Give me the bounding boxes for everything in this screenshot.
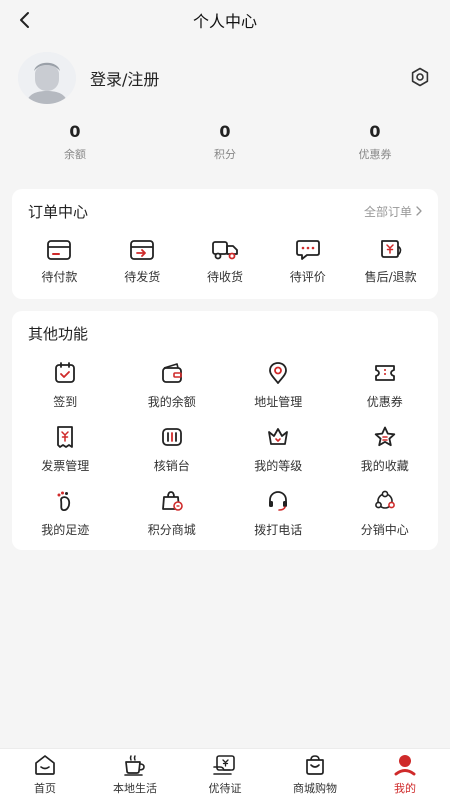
chevron-left-icon: [20, 12, 29, 28]
footprint-icon: [57, 491, 71, 512]
stat-value: 0: [69, 122, 81, 141]
bottom-tab-bar: 首页 本地生活 优待证 商城购物 我的: [0, 748, 450, 800]
comment-icon: [295, 240, 320, 260]
order-center-card: 订单中心 全部订单 待付款 待发货 待收货 待评价 售后/退款: [12, 189, 438, 299]
function-distribution[interactable]: 分销中心: [332, 487, 439, 538]
location-icon: [269, 362, 288, 384]
function-label: 我的余额: [147, 395, 196, 409]
all-orders-label: 全部订单: [363, 204, 412, 219]
order-pending-receipt[interactable]: 待收货: [184, 237, 267, 285]
settings-button[interactable]: [408, 65, 432, 89]
headset-icon: [269, 491, 288, 511]
top-bar: 个人中心: [0, 0, 450, 40]
stat-value: 0: [369, 122, 381, 141]
function-label: 我的足迹: [41, 523, 90, 537]
order-pending-shipment[interactable]: 待发货: [101, 237, 184, 285]
function-check-in[interactable]: 签到: [12, 359, 119, 410]
function-address[interactable]: 地址管理: [225, 359, 332, 410]
order-pending-payment[interactable]: 待付款: [18, 237, 101, 285]
other-functions-card: 其他功能 签到 我的余额 地址管理 优惠券 发票管理 核销台 我的等级 我的收藏…: [12, 311, 438, 550]
tab-label: 我的: [394, 782, 416, 795]
function-label: 发票管理: [41, 459, 90, 473]
stat-coupons[interactable]: 0 优惠券: [300, 122, 450, 168]
tab-home[interactable]: 首页: [0, 749, 90, 800]
refund-icon: [380, 240, 401, 258]
order-item-label: 待收货: [206, 270, 243, 284]
function-my-level[interactable]: 我的等级: [225, 423, 332, 474]
function-call[interactable]: 拨打电话: [225, 487, 332, 538]
coffee-icon: [124, 755, 145, 776]
back-button[interactable]: [12, 8, 36, 32]
tab-label: 商城购物: [293, 782, 337, 795]
order-item-label: 待付款: [41, 270, 78, 284]
wallet-icon: [161, 363, 182, 383]
profile-page: 个人中心 登录/注册 0 余额 0 积分 0 优惠券 订单中心 全部订单 待付款…: [0, 0, 450, 800]
avatar[interactable]: [18, 52, 76, 104]
function-label: 拨打电话: [254, 523, 303, 537]
function-label: 签到: [53, 395, 78, 409]
function-label: 地址管理: [254, 395, 303, 409]
tab-mall-shopping[interactable]: 商城购物: [270, 749, 360, 800]
function-grid: 签到 我的余额 地址管理 优惠券 发票管理 核销台 我的等级 我的收藏 我的足迹…: [12, 355, 438, 538]
function-label: 积分商城: [147, 523, 196, 537]
login-register-link[interactable]: 登录/注册: [90, 66, 159, 90]
order-center-title: 订单中心: [28, 202, 89, 221]
order-after-sales[interactable]: 售后/退款: [349, 237, 432, 285]
account-stats: 0 余额 0 积分 0 优惠券: [0, 122, 450, 168]
home-icon: [35, 755, 55, 775]
settings-icon: [411, 67, 429, 87]
function-favorites[interactable]: 我的收藏: [332, 423, 439, 474]
function-points-mall[interactable]: 积分商城: [119, 487, 226, 538]
coupon-icon: [374, 365, 395, 381]
function-label: 分销中心: [360, 523, 409, 537]
shopping-bag-icon: [161, 491, 183, 511]
wallet-card-icon: [47, 240, 72, 260]
order-pending-review[interactable]: 待评价: [266, 237, 349, 285]
profile-icon: [394, 755, 416, 776]
function-invoice[interactable]: 发票管理: [12, 423, 119, 474]
star-icon: [374, 426, 395, 447]
other-functions-header: 其他功能: [12, 311, 438, 355]
default-avatar-icon: [18, 52, 76, 104]
stat-balance[interactable]: 0 余额: [0, 122, 150, 168]
order-item-label: 待评价: [289, 270, 326, 284]
order-item-label: 待发货: [124, 270, 161, 284]
profile-row: 登录/注册: [18, 50, 432, 106]
all-orders-link[interactable]: 全部订单: [364, 203, 422, 220]
stat-value: 0: [219, 122, 231, 141]
stat-points[interactable]: 0 积分: [150, 122, 300, 168]
bag-icon: [306, 755, 324, 775]
page-title: 个人中心: [192, 12, 257, 31]
stat-label: 余额: [64, 148, 86, 161]
card-icon: [213, 755, 235, 775]
tab-preferential-card[interactable]: 优待证: [180, 749, 270, 800]
tab-local-life[interactable]: 本地生活: [90, 749, 180, 800]
stat-label: 优惠券: [358, 148, 392, 161]
truck-icon: [212, 241, 238, 260]
tab-label: 首页: [34, 782, 56, 795]
chevron-right-icon: [416, 206, 422, 216]
order-item-label: 售后/退款: [364, 270, 417, 284]
stat-label: 积分: [214, 148, 236, 161]
box-send-icon: [130, 240, 155, 260]
calendar-check-icon: [55, 362, 76, 383]
order-status-row: 待付款 待发货 待收货 待评价 售后/退款: [12, 237, 438, 285]
order-center-header: 订单中心 全部订单: [12, 189, 438, 233]
function-label: 核销台: [153, 459, 190, 473]
function-verification[interactable]: 核销台: [119, 423, 226, 474]
other-functions-title: 其他功能: [28, 324, 89, 343]
invoice-icon: [57, 426, 74, 448]
function-label: 我的等级: [254, 459, 303, 473]
function-my-balance[interactable]: 我的余额: [119, 359, 226, 410]
share-icon: [374, 490, 395, 509]
function-footprints[interactable]: 我的足迹: [12, 487, 119, 538]
tab-label: 本地生活: [113, 782, 157, 795]
function-label: 优惠券: [366, 395, 403, 409]
function-coupons[interactable]: 优惠券: [332, 359, 439, 410]
crown-icon: [268, 428, 289, 445]
tab-label: 优待证: [208, 782, 242, 795]
tab-mine[interactable]: 我的: [360, 749, 450, 800]
function-label: 我的收藏: [360, 459, 409, 473]
verify-icon: [161, 428, 182, 446]
